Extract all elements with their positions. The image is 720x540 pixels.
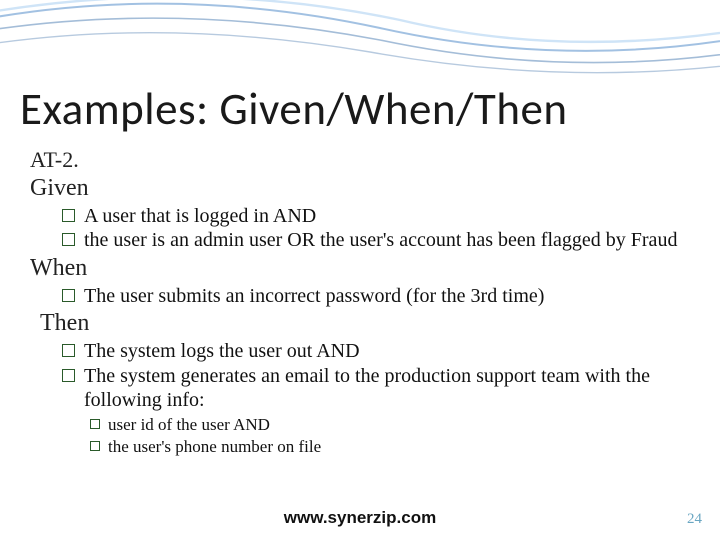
acceptance-test-label: AT-2. (30, 147, 700, 173)
then-subitem: user id of the user AND (90, 414, 700, 435)
slide-content: Examples: Given/When/Then AT-2. Given A … (0, 0, 720, 540)
page-number: 24 (687, 511, 702, 528)
then-keyword: Then (40, 310, 700, 337)
given-item: the user is an admin user OR the user's … (62, 228, 700, 252)
given-item: A user that is logged in AND (62, 204, 700, 228)
given-keyword: Given (30, 175, 700, 202)
slide-title: Examples: Given/When/Then (20, 82, 700, 137)
then-sublist: user id of the user AND the user's phone… (90, 414, 700, 457)
then-item: The system logs the user out AND (62, 339, 700, 363)
given-list: A user that is logged in AND the user is… (62, 204, 700, 253)
then-list: The system logs the user out AND The sys… (62, 339, 700, 412)
when-keyword: When (30, 255, 700, 282)
then-item: The system generates an email to the pro… (62, 364, 700, 413)
footer-url: www.synerzip.com (0, 508, 720, 528)
when-list: The user submits an incorrect password (… (62, 284, 700, 308)
then-subitem: the user's phone number on file (90, 436, 700, 457)
when-item: The user submits an incorrect password (… (62, 284, 700, 308)
